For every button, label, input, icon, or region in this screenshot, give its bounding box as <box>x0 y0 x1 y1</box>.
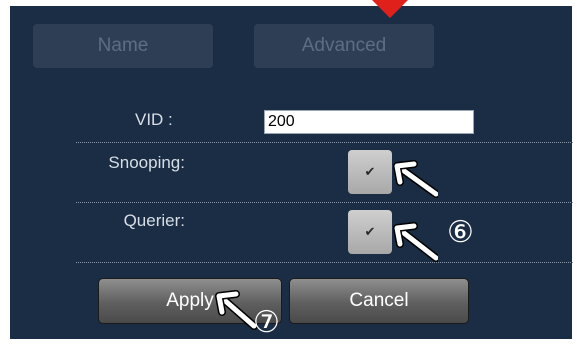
page-edge <box>0 0 10 347</box>
vid-label: VID : <box>135 110 173 129</box>
checkmark-icon: ✔ <box>364 224 376 239</box>
snooping-label: Snooping: <box>108 153 185 172</box>
checkmark-icon: ✔ <box>364 164 376 179</box>
divider <box>76 142 573 143</box>
step-marker-6: ⑥ <box>447 215 474 250</box>
annotation-arrow-icon <box>393 222 438 262</box>
annotation-red-arrow-icon <box>372 0 408 18</box>
tab-name[interactable]: Name <box>33 24 213 68</box>
divider <box>76 262 573 263</box>
divider <box>76 202 573 203</box>
vid-input[interactable] <box>264 110 474 134</box>
page-edge <box>0 0 579 6</box>
querier-label: Querier: <box>123 211 185 230</box>
annotation-arrow-icon <box>393 160 438 198</box>
cancel-button[interactable]: Cancel <box>289 278 469 324</box>
step-marker-7: ⑦ <box>253 305 280 340</box>
page-edge <box>572 0 579 347</box>
tab-advanced[interactable]: Advanced <box>254 24 434 68</box>
querier-checkbox[interactable]: ✔ <box>348 210 392 254</box>
snooping-checkbox[interactable]: ✔ <box>348 150 392 194</box>
